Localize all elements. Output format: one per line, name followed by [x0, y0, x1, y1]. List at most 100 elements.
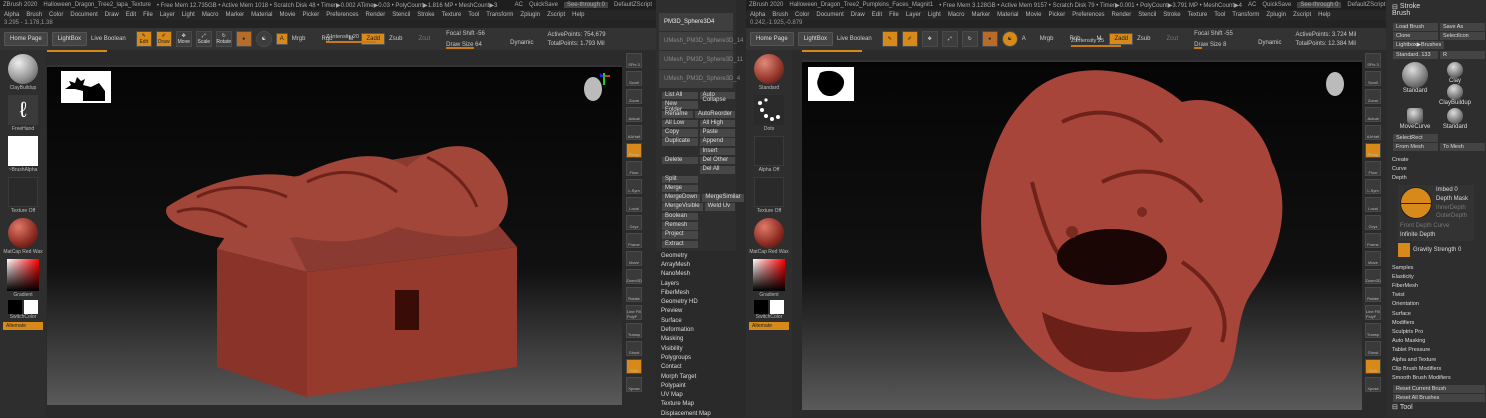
menu-item[interactable]: Picker [1049, 12, 1066, 18]
tool-section-header[interactable]: Masking [656, 334, 736, 345]
gravity-strength-slider[interactable]: Gravity Strength 0 [1413, 247, 1461, 253]
material-thumbnail[interactable] [8, 218, 38, 248]
shelf-button[interactable]: AAHalf [1365, 125, 1381, 140]
subtool-action-button[interactable]: Rename [662, 110, 693, 118]
gyro-button[interactable]: ☯ [255, 31, 272, 47]
brush-section-header[interactable]: Smooth Brush Modifiers [1386, 373, 1486, 382]
alpha-thumbnail[interactable] [8, 136, 38, 166]
brush-panel-button[interactable]: Load Brush [1393, 22, 1438, 31]
subtool-item[interactable]: PM3D_Sphere3D4 [659, 13, 733, 31]
brush-section-header[interactable]: Curve [1386, 165, 1486, 174]
menu-item[interactable]: Zplugin [520, 12, 540, 18]
subtool-action-button[interactable]: Paste [699, 129, 735, 137]
subtool-action-button[interactable] [662, 166, 698, 174]
menu-item[interactable]: Macro [948, 12, 965, 18]
shelf-button[interactable]: Transp [626, 323, 642, 338]
move-button[interactable]: ✥ [921, 31, 938, 47]
menu-item[interactable]: Brush [772, 12, 788, 18]
menu-item[interactable]: Layer [906, 12, 921, 18]
subtool-action-button[interactable]: Duplicate [662, 138, 698, 146]
quicksave-button[interactable]: QuickSave [529, 2, 558, 8]
shelf-button[interactable]: Solo [626, 359, 642, 374]
brush-section-header[interactable]: FiberMesh [1386, 281, 1486, 290]
brush-panel-button[interactable]: To Mesh [1440, 142, 1485, 151]
reset-brush-button[interactable]: Reset All Brushes [1393, 394, 1485, 403]
brush-section-header[interactable]: Elasticity [1386, 272, 1486, 281]
stroke-thumbnail[interactable] [754, 95, 784, 125]
shelf-button[interactable]: Rotate [626, 287, 642, 302]
mrgb-toggle[interactable]: Mrgb [1040, 36, 1054, 42]
outer-depth-slider[interactable]: OuterDepth [1436, 213, 1467, 219]
subtool-action-button[interactable] [700, 176, 736, 184]
brush-panel-button[interactable]: SelectIcon [1440, 32, 1485, 41]
viewport-canvas[interactable] [47, 65, 622, 405]
subtool-action-button[interactable]: MergeDown [662, 194, 701, 202]
brush-section-header[interactable]: Surface [1386, 309, 1486, 318]
depth-mask-button[interactable]: Depth Mask [1436, 196, 1468, 202]
live-boolean-button[interactable]: Live Boolean [837, 36, 872, 42]
focal-shift-slider[interactable]: Focal Shift -56 [446, 29, 506, 38]
menu-item[interactable]: Stencil [1138, 12, 1156, 18]
material-thumbnail[interactable] [754, 218, 784, 248]
draw-button[interactable]: ✐ Draw [155, 31, 172, 47]
menu-item[interactable]: Draw [105, 12, 119, 18]
shelf-button[interactable]: Actual [626, 107, 642, 122]
stroke-header[interactable]: ⊟ Stroke [1386, 0, 1486, 11]
brush-thumbnail[interactable] [754, 54, 784, 84]
subtool-action-button[interactable] [700, 101, 736, 109]
brush-section-header[interactable]: Alpha and Texture [1386, 355, 1486, 364]
brush-thumb[interactable]: MoveCurve [1396, 108, 1434, 130]
subtool-action-button[interactable]: Merge [662, 184, 698, 193]
subtool-action-button[interactable]: Project [662, 231, 698, 239]
tool-section-header[interactable]: Polygroups [656, 353, 736, 363]
subtool-action-button[interactable]: Del Other [699, 156, 735, 165]
menu-item[interactable]: Draw [851, 12, 865, 18]
menu-item[interactable]: Transform [1232, 12, 1259, 18]
brush-panel-button[interactable]: Standard. 133 [1393, 50, 1438, 59]
seethrough-slider[interactable]: See-through 0 [563, 2, 608, 8]
tool-section-header[interactable]: Polypaint [656, 381, 736, 391]
shelf-button[interactable]: Move [1365, 251, 1381, 266]
brush-section-header[interactable]: Depth [1386, 174, 1486, 183]
menu-item[interactable]: Help [1318, 12, 1330, 18]
shelf-button[interactable]: Line Fill PolyF [1365, 305, 1381, 320]
subtool-item[interactable]: UMesh_PM3D_Sphere3D_4 [659, 70, 740, 88]
brush-section-header[interactable]: Auto Masking [1386, 337, 1486, 346]
subtool-action-button[interactable] [700, 185, 736, 193]
shelf-button[interactable]: Line Fill PolyF [626, 305, 642, 320]
shelf-button[interactable]: Zoom3D [1365, 269, 1381, 284]
menu-item[interactable]: Brush [26, 12, 42, 18]
shelf-button[interactable]: Zoom [626, 89, 642, 104]
menu-item[interactable]: Zscript [1293, 12, 1311, 18]
mrgb-toggle[interactable]: Mrgb [292, 36, 306, 42]
zcut-toggle[interactable]: Zcut [418, 36, 430, 42]
subtool-action-button[interactable]: MergeVisible [662, 203, 703, 211]
alternate-button[interactable]: Alternate [749, 322, 789, 330]
subtool-action-button[interactable]: List All [662, 91, 698, 100]
tool-section-header[interactable]: Morph Target [656, 371, 736, 382]
tool-section-header[interactable]: Geometry HD [656, 297, 736, 307]
shelf-button[interactable]: Xpose [626, 377, 642, 392]
draw-size-slider[interactable]: Draw Size 64 [446, 40, 506, 49]
default-script-button[interactable]: DefaultZScript [614, 2, 652, 8]
tool-section-header[interactable]: FiberMesh [656, 288, 736, 298]
scale-button[interactable]: ⤢ Scale [195, 31, 212, 47]
dynamic-toggle[interactable]: Dynamic [1258, 40, 1281, 46]
seethrough-slider[interactable]: See-through 0 [1297, 2, 1342, 8]
subtool-action-button[interactable]: All Low [662, 119, 698, 128]
subtool-action-button[interactable]: New Folder [662, 101, 698, 113]
brush-thumb[interactable]: Standard [1396, 62, 1434, 106]
menu-item[interactable]: Texture [1188, 12, 1208, 18]
tool-section-header[interactable]: Preview [656, 306, 736, 317]
main-color-swatch[interactable] [754, 300, 768, 314]
shelf-button[interactable]: Scroll [1365, 71, 1381, 86]
menu-item[interactable]: Layer [160, 12, 175, 18]
brush-section-header[interactable]: Modifiers [1386, 318, 1486, 327]
menu-item[interactable]: File [889, 12, 899, 18]
subtool-action-button[interactable]: MergeSimilar [702, 194, 744, 202]
shelf-button[interactable]: Frame [1365, 233, 1381, 248]
shelf-button[interactable]: Ghost [1365, 341, 1381, 356]
brush-section-header[interactable]: Tablet Pressure [1386, 346, 1486, 355]
menu-item[interactable]: Alpha [4, 12, 19, 18]
z-intensity-slider[interactable]: Z Intensity 25 [1071, 38, 1121, 47]
